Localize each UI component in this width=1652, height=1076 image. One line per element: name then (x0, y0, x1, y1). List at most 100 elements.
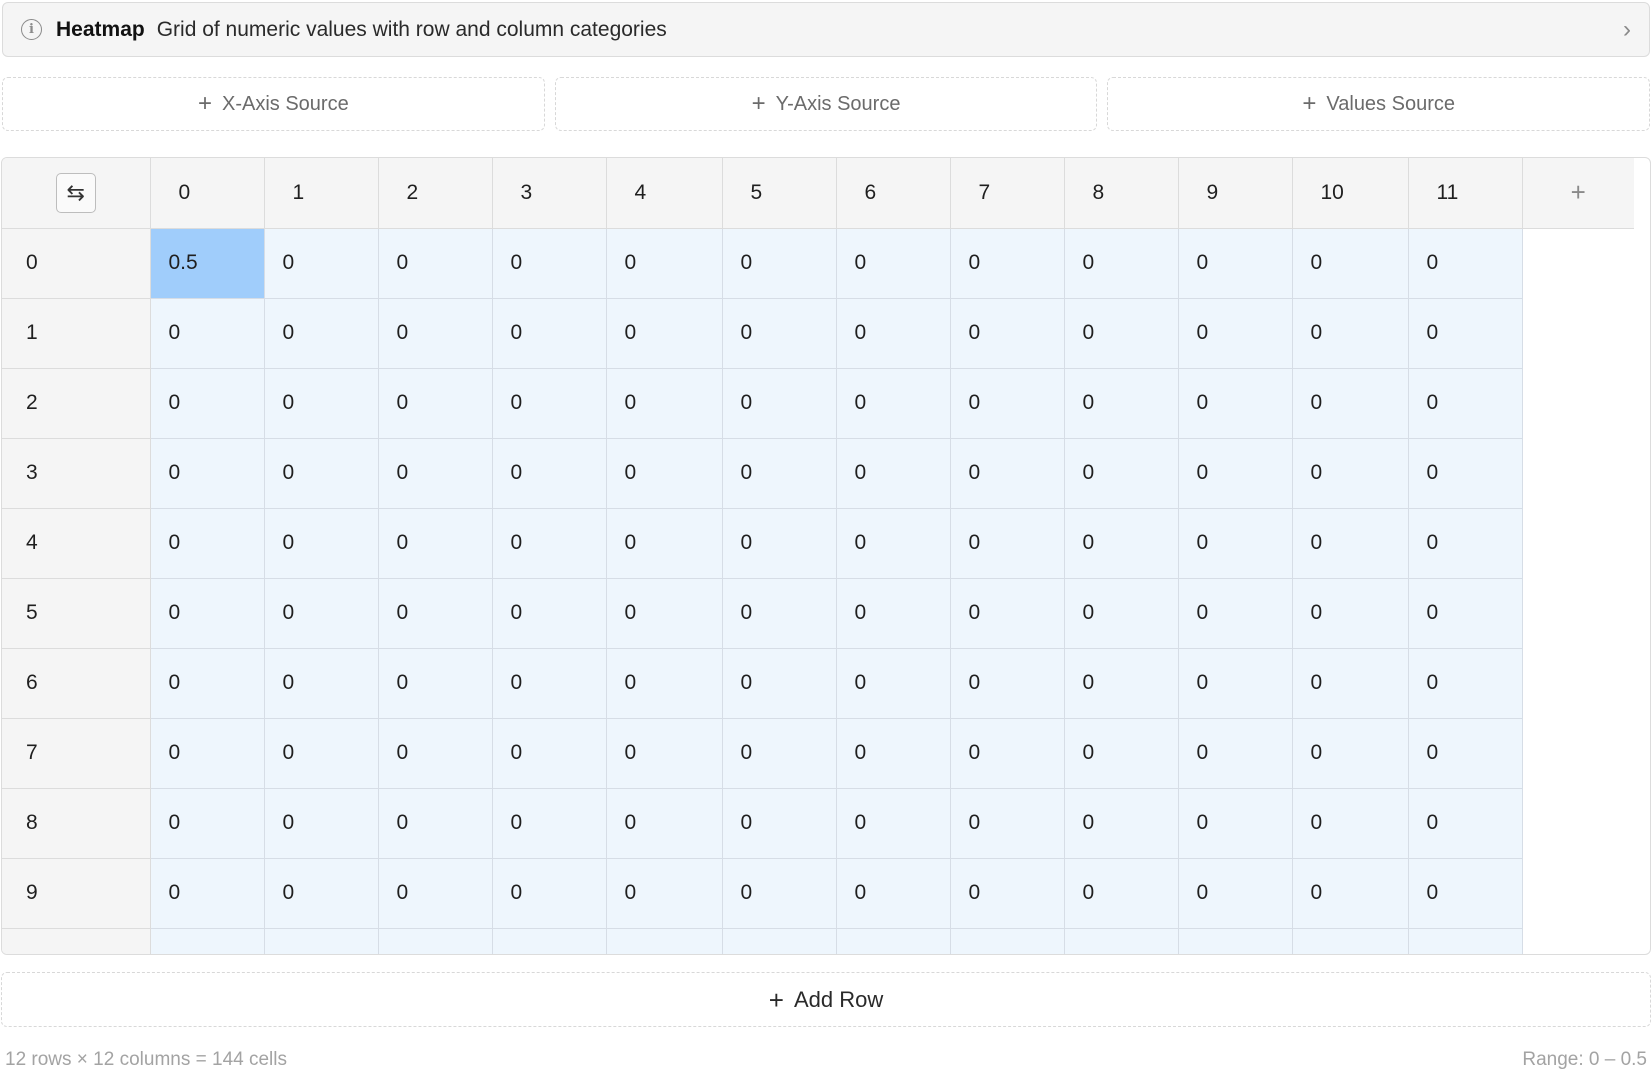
row-header[interactable]: 8 (2, 788, 151, 859)
grid-cell[interactable]: 0 (264, 928, 379, 954)
grid-cell[interactable]: 0 (264, 578, 379, 649)
grid-cell[interactable]: 0 (150, 368, 265, 439)
grid-cell[interactable]: 0 (150, 928, 265, 954)
row-header[interactable]: 1 (2, 298, 151, 369)
grid-cell[interactable]: 0 (492, 788, 607, 859)
row-header[interactable]: 2 (2, 368, 151, 439)
grid-cell[interactable]: 0 (836, 788, 951, 859)
grid-cell[interactable]: 0 (150, 438, 265, 509)
grid-cell[interactable]: 0 (722, 438, 837, 509)
column-header[interactable]: 3 (492, 158, 607, 229)
column-header[interactable]: 2 (378, 158, 493, 229)
add-column-button[interactable]: + (1522, 158, 1634, 229)
grid-cell[interactable]: 0 (1292, 648, 1409, 719)
grid-cell[interactable]: 0 (722, 858, 837, 929)
grid-cell[interactable]: 0 (1408, 788, 1523, 859)
grid-cell[interactable]: 0 (378, 928, 493, 954)
grid-cell[interactable]: 0 (1408, 508, 1523, 579)
grid-cell[interactable]: 0 (1408, 928, 1523, 954)
grid-cell[interactable]: 0 (950, 858, 1065, 929)
grid-cell[interactable]: 0 (606, 648, 723, 719)
row-header[interactable]: 3 (2, 438, 151, 509)
grid-cell[interactable]: 0 (1178, 858, 1293, 929)
grid-cell[interactable]: 0 (1292, 788, 1409, 859)
column-header[interactable]: 8 (1064, 158, 1179, 229)
grid-cell[interactable]: 0 (378, 648, 493, 719)
grid-cell[interactable]: 0 (1408, 298, 1523, 369)
grid-cell[interactable]: 0 (150, 648, 265, 719)
grid-cell[interactable]: 0 (378, 578, 493, 649)
grid-cell[interactable]: 0 (264, 648, 379, 719)
grid-cell[interactable]: 0 (492, 928, 607, 954)
grid-cell[interactable]: 0 (150, 508, 265, 579)
grid-cell[interactable]: 0 (1292, 508, 1409, 579)
grid-cell[interactable]: 0 (1292, 298, 1409, 369)
grid-cell[interactable]: 0 (378, 228, 493, 299)
column-header[interactable]: 1 (264, 158, 379, 229)
grid-cell[interactable]: 0 (378, 788, 493, 859)
row-header[interactable]: 9 (2, 858, 151, 929)
grid-cell[interactable]: 0 (1292, 718, 1409, 789)
grid-cell[interactable]: 0 (1408, 578, 1523, 649)
grid-cell[interactable]: 0 (1408, 228, 1523, 299)
column-header[interactable]: 4 (606, 158, 723, 229)
grid-cell[interactable]: 0 (264, 368, 379, 439)
grid-cell[interactable]: 0 (1064, 928, 1179, 954)
grid-cell[interactable]: 0 (1064, 508, 1179, 579)
grid-cell[interactable]: 0 (606, 508, 723, 579)
column-header[interactable]: 5 (722, 158, 837, 229)
grid-cell[interactable]: 0 (606, 368, 723, 439)
column-header[interactable]: 7 (950, 158, 1065, 229)
grid-cell[interactable]: 0 (606, 298, 723, 369)
row-header[interactable]: 6 (2, 648, 151, 719)
grid-cell[interactable]: 0 (722, 578, 837, 649)
grid-cell[interactable]: 0 (950, 438, 1065, 509)
column-header[interactable]: 9 (1178, 158, 1293, 229)
grid-cell[interactable]: 0 (492, 648, 607, 719)
grid-cell[interactable]: 0 (950, 368, 1065, 439)
grid-cell[interactable]: 0 (836, 578, 951, 649)
grid-cell[interactable]: 0.5 (150, 228, 265, 299)
grid-cell[interactable]: 0 (264, 508, 379, 579)
grid-cell[interactable]: 0 (150, 788, 265, 859)
grid-cell[interactable]: 0 (950, 928, 1065, 954)
grid-cell[interactable]: 0 (492, 298, 607, 369)
row-header[interactable]: 5 (2, 578, 151, 649)
grid-cell[interactable]: 0 (950, 298, 1065, 369)
grid-cell[interactable]: 0 (378, 858, 493, 929)
grid-cell[interactable]: 0 (1064, 718, 1179, 789)
grid-cell[interactable]: 0 (1064, 858, 1179, 929)
heatmap-data-grid[interactable]: ⇆ 0 1 2 3 4 5 6 7 8 9 10 11 + 0 0.5 0 0 0 0 0 0 0 0 0 0 0 1 0 0 0 0 0 0 0… (1, 157, 1651, 955)
grid-cell[interactable]: 0 (950, 228, 1065, 299)
grid-cell[interactable]: 0 (492, 368, 607, 439)
grid-cell[interactable]: 0 (492, 578, 607, 649)
grid-cell[interactable]: 0 (1408, 648, 1523, 719)
grid-cell[interactable]: 0 (836, 228, 951, 299)
grid-cell[interactable]: 0 (492, 438, 607, 509)
grid-cell[interactable]: 0 (722, 718, 837, 789)
grid-cell[interactable]: 0 (1064, 368, 1179, 439)
y-axis-source-button[interactable]: + Y-Axis Source (554, 77, 1098, 131)
grid-cell[interactable]: 0 (1178, 298, 1293, 369)
grid-cell[interactable]: 0 (722, 368, 837, 439)
grid-cell[interactable]: 0 (606, 578, 723, 649)
grid-cell[interactable]: 0 (1178, 578, 1293, 649)
grid-cell[interactable]: 0 (606, 928, 723, 954)
grid-cell[interactable]: 0 (1064, 648, 1179, 719)
grid-cell[interactable]: 0 (1292, 228, 1409, 299)
grid-cell[interactable]: 0 (722, 788, 837, 859)
column-header[interactable]: 0 (150, 158, 265, 229)
grid-cell[interactable]: 0 (722, 228, 837, 299)
grid-cell[interactable]: 0 (1064, 788, 1179, 859)
grid-cell[interactable]: 0 (1178, 508, 1293, 579)
grid-cell[interactable]: 0 (836, 368, 951, 439)
grid-cell[interactable]: 0 (836, 928, 951, 954)
grid-cell[interactable]: 0 (378, 438, 493, 509)
grid-cell[interactable]: 0 (1292, 928, 1409, 954)
grid-cell[interactable]: 0 (1064, 438, 1179, 509)
grid-cell[interactable]: 0 (722, 648, 837, 719)
grid-cell[interactable]: 0 (1408, 858, 1523, 929)
grid-cell[interactable]: 0 (1178, 928, 1293, 954)
grid-cell[interactable]: 0 (606, 438, 723, 509)
grid-cell[interactable]: 0 (150, 298, 265, 369)
